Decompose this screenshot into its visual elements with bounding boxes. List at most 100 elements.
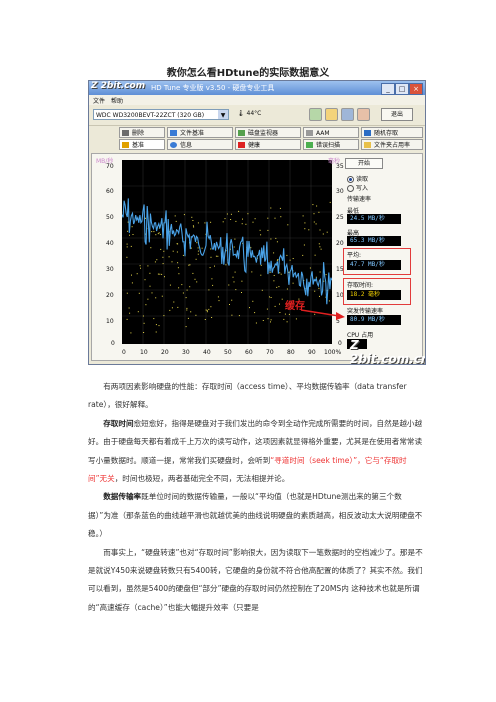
- access-time-point: [288, 271, 290, 273]
- x-tick: 60: [245, 349, 253, 356]
- access-time-point: [230, 213, 232, 215]
- access-time-point: [226, 213, 228, 215]
- close-button[interactable]: ×: [409, 83, 423, 95]
- access-time-point: [143, 322, 145, 324]
- screenshot-icon[interactable]: [341, 108, 354, 121]
- tab-benchmark[interactable]: 基准: [119, 139, 165, 150]
- tab-disk-monitor[interactable]: 磁盘监视器: [235, 127, 301, 138]
- x-tick: 20: [161, 349, 169, 356]
- access-time-point: [208, 308, 210, 310]
- minimize-button[interactable]: _: [381, 83, 395, 95]
- access-time-point: [279, 272, 281, 274]
- term-access-time: 存取时间: [103, 418, 134, 428]
- access-time-point: [178, 273, 180, 275]
- x-tick: 0: [122, 349, 126, 356]
- access-time-point: [132, 234, 134, 235]
- access-time-point: [126, 292, 128, 294]
- access-time-point: [322, 233, 324, 235]
- access-time-point: [197, 250, 199, 252]
- access-time-point: [186, 309, 188, 311]
- tab-error-scan[interactable]: 错误扫描: [303, 139, 359, 150]
- erase-icon: [122, 130, 129, 136]
- access-time-point: [270, 319, 272, 321]
- exit-button-label: 退出: [390, 111, 403, 118]
- access-time-point: [129, 234, 130, 236]
- access-time-point: [319, 229, 321, 231]
- access-time-point: [147, 265, 149, 267]
- access-time-point: [190, 247, 192, 249]
- access-time-point: [217, 296, 219, 298]
- access-time-point: [224, 218, 226, 220]
- access-time-point: [325, 274, 327, 276]
- arrow-icon: [301, 309, 345, 320]
- access-time-point: [204, 222, 206, 224]
- access-time-point: [232, 276, 234, 278]
- access-time-point: [150, 247, 152, 249]
- write-radio[interactable]: 写入: [347, 183, 368, 192]
- tab-info[interactable]: 信息: [167, 139, 233, 150]
- tab-file-benchmark[interactable]: 文件基准: [167, 127, 233, 138]
- access-time-point: [210, 248, 212, 250]
- access-time-point: [218, 300, 220, 302]
- access-time-point: [187, 317, 189, 319]
- save-icon[interactable]: [325, 108, 338, 121]
- access-time-point: [329, 201, 331, 203]
- paragraph-1: 有两项因素影响硬盘的性能：存取时间（access time）、平均数据传输率（d…: [88, 382, 407, 410]
- access-time-point: [225, 264, 227, 266]
- read-radio[interactable]: 读取: [347, 174, 368, 183]
- drive-select[interactable]: WDC WD3200BEVT-22ZCT (320 GB) ▼: [93, 109, 229, 120]
- menubar: 文件 帮助: [89, 95, 425, 105]
- access-time-point: [186, 307, 188, 309]
- write-radio-label: 写入: [356, 185, 369, 192]
- access-time-point: [279, 207, 281, 209]
- y-tick-right: 0: [338, 340, 342, 347]
- access-time-point: [270, 297, 272, 298]
- menu-file[interactable]: 文件: [93, 96, 105, 105]
- tab-random-access-label: 随机存取: [374, 130, 399, 137]
- tab-erase[interactable]: 删除: [119, 127, 165, 138]
- options-icon[interactable]: [357, 108, 370, 121]
- maximize-button[interactable]: □: [395, 83, 409, 95]
- paragraph-4: 而事实上，“硬盘转速”也对“存取时间”影响很大，因为读取下一笔数据时的空档减少了…: [88, 547, 423, 612]
- access-time-point: [234, 238, 236, 240]
- access-time-point: [242, 218, 243, 220]
- tab-random-access[interactable]: 随机存取: [361, 127, 423, 138]
- access-time-point: [222, 221, 224, 223]
- access-time-point: [319, 295, 320, 297]
- access-time-point: [234, 271, 236, 273]
- tab-aam[interactable]: AAM: [303, 127, 359, 138]
- access-time-point: [313, 221, 315, 223]
- access-time-point: [231, 299, 233, 301]
- tab-health[interactable]: 健康: [235, 139, 301, 150]
- access-time-point: [158, 325, 160, 327]
- tab-folder-usage[interactable]: 文件夹占用率: [361, 139, 423, 150]
- window-titlebar: Z 2bit.com HD Tune 专业版 v3.50 - 硬盘专业工具 _ …: [89, 81, 425, 95]
- y-tick-right: 35: [336, 163, 344, 170]
- y-tick-right: 20: [336, 240, 344, 247]
- access-time-point: [304, 222, 306, 224]
- access-time-point: [319, 271, 321, 273]
- access-time-point: [142, 315, 144, 317]
- access-time-point: [129, 312, 131, 314]
- access-time-point: [279, 303, 280, 305]
- burst-label: 突发传输速率: [347, 308, 384, 315]
- access-time-point: [286, 288, 288, 290]
- toolbar: WDC WD3200BEVT-22ZCT (320 GB) ▼ 🌡 44°C 退…: [89, 105, 425, 126]
- watermark-top: Z 2bit.com: [91, 81, 146, 91]
- access-time-point: [286, 321, 288, 323]
- access-time-point: [158, 232, 160, 234]
- copy-icon[interactable]: [309, 108, 322, 121]
- hdtune-screenshot: Z 2bit.com HD Tune 专业版 v3.50 - 硬盘专业工具 _ …: [88, 80, 426, 365]
- exit-button[interactable]: 退出: [381, 108, 413, 121]
- access-time-point: [255, 322, 257, 324]
- start-button[interactable]: 开始: [345, 158, 383, 169]
- access-time-point: [126, 256, 128, 258]
- x-tick: 10: [140, 349, 148, 356]
- access-time-point: [140, 267, 141, 269]
- access-time-point: [188, 264, 190, 266]
- access-time-point: [292, 258, 294, 259]
- menu-help[interactable]: 帮助: [111, 96, 123, 105]
- y-tick-right: 30: [336, 188, 344, 195]
- access-time-point: [286, 254, 288, 256]
- tab-info-label: 信息: [180, 142, 193, 149]
